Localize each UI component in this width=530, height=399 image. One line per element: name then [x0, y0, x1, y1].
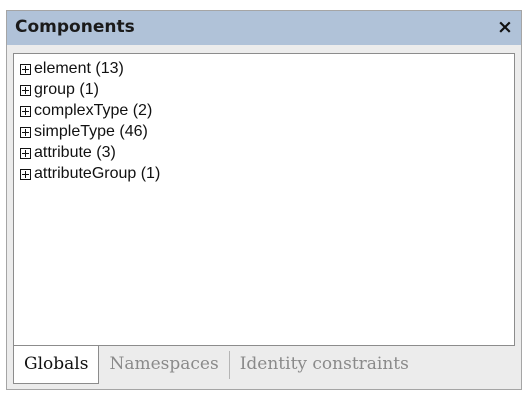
expand-plus-icon[interactable] — [20, 168, 31, 180]
tree-item-simpletype[interactable]: simpleType (46) — [20, 122, 148, 142]
tab-bar: Globals Namespaces Identity constraints — [13, 346, 419, 384]
tree-item-label: attribute (3) — [34, 144, 116, 161]
components-panel: Components × element (13) group (1) comp… — [6, 10, 522, 390]
tree-item-label: element (13) — [34, 60, 124, 77]
tree-item-complextype[interactable]: complexType (2) — [20, 101, 152, 121]
components-tree: element (13) group (1) complexType (2) s… — [13, 53, 515, 346]
tree-item-attribute[interactable]: attribute (3) — [20, 143, 116, 163]
tab-identity-constraints[interactable]: Identity constraints — [230, 346, 419, 384]
panel-titlebar: Components × — [7, 11, 521, 45]
expand-plus-icon[interactable] — [20, 84, 31, 96]
expand-plus-icon[interactable] — [20, 63, 31, 75]
panel-title: Components — [15, 17, 135, 37]
tree-item-attributegroup[interactable]: attributeGroup (1) — [20, 164, 160, 184]
tree-item-label: simpleType (46) — [34, 123, 148, 140]
tree-item-label: complexType (2) — [34, 102, 153, 119]
tab-globals[interactable]: Globals — [13, 346, 100, 384]
expand-plus-icon[interactable] — [20, 105, 31, 117]
tab-namespaces[interactable]: Namespaces — [99, 346, 228, 384]
expand-plus-icon[interactable] — [20, 147, 31, 159]
tree-item-group[interactable]: group (1) — [20, 80, 99, 100]
expand-plus-icon[interactable] — [20, 126, 31, 138]
tree-item-label: group (1) — [34, 81, 99, 98]
tree-item-element[interactable]: element (13) — [20, 59, 124, 79]
close-icon[interactable]: × — [495, 16, 515, 38]
tree-item-label: attributeGroup (1) — [34, 165, 161, 182]
